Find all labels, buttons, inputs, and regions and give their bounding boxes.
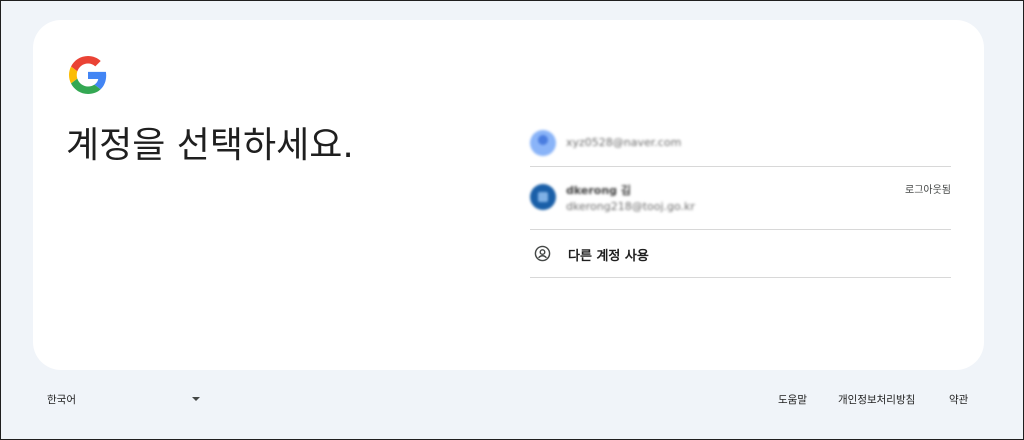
signed-out-status: 로그아웃됨 [905,185,951,196]
account-chooser-card: 계정을 선택하세요. xyz0528@naver.com dkerong 김 d… [33,20,984,370]
help-link[interactable]: 도움말 [778,392,807,407]
terms-link[interactable]: 약관 [949,392,968,407]
use-another-account-label: 다른 계정 사용 [568,249,649,264]
account-row-1[interactable]: xyz0528@naver.com [530,120,951,167]
avatar [530,184,556,210]
account-email: dkerong218@tooj.go.kr [566,200,695,213]
dropdown-arrow-icon[interactable] [192,397,200,401]
account-circle-icon [534,245,551,262]
use-another-account-button[interactable]: 다른 계정 사용 [530,230,951,278]
account-name: dkerong 김 [566,184,631,197]
account-row-2[interactable]: dkerong 김 dkerong218@tooj.go.kr 로그아웃됨 [530,167,951,230]
account-list: xyz0528@naver.com dkerong 김 dkerong218@t… [530,120,951,278]
page-title: 계정을 선택하세요. [66,125,354,166]
google-logo [69,56,107,94]
account-email: xyz0528@naver.com [566,136,682,149]
avatar [530,130,556,156]
privacy-link[interactable]: 개인정보처리방침 [838,392,915,407]
language-select[interactable]: 한국어 [47,392,76,407]
